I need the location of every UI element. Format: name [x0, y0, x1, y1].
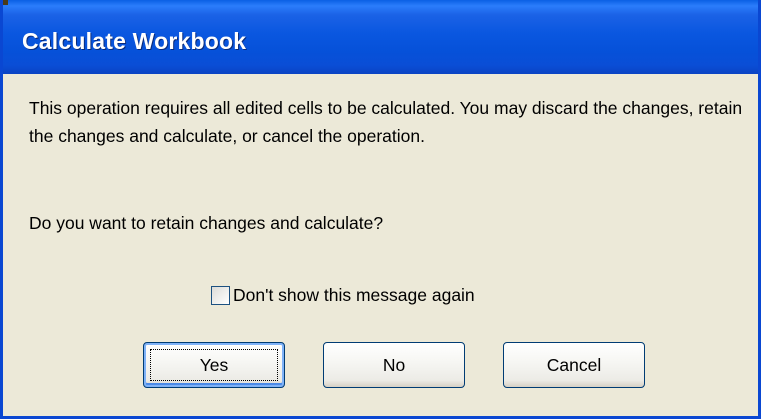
- dialog-message: This operation requires all edited cells…: [29, 98, 743, 146]
- no-button-label: No: [382, 354, 406, 375]
- no-button[interactable]: No: [323, 342, 465, 388]
- calculate-workbook-dialog: Calculate Workbook This operation requir…: [0, 0, 761, 419]
- dont-show-again-label[interactable]: Don't show this message again: [233, 285, 475, 306]
- cancel-button[interactable]: Cancel: [503, 342, 645, 388]
- title-bar-corner: [3, 0, 8, 5]
- dialog-title: Calculate Workbook: [22, 28, 247, 54]
- dont-show-again-checkbox[interactable]: [211, 285, 230, 305]
- yes-button[interactable]: Yes: [143, 342, 285, 388]
- title-bar[interactable]: Calculate Workbook: [3, 0, 758, 74]
- cancel-button-label: Cancel: [546, 354, 602, 375]
- dialog-question: Do you want to retain changes and calcul…: [29, 213, 384, 233]
- yes-button-label: Yes: [199, 354, 229, 375]
- dont-show-again-option[interactable]: Don't show this message again: [211, 283, 475, 307]
